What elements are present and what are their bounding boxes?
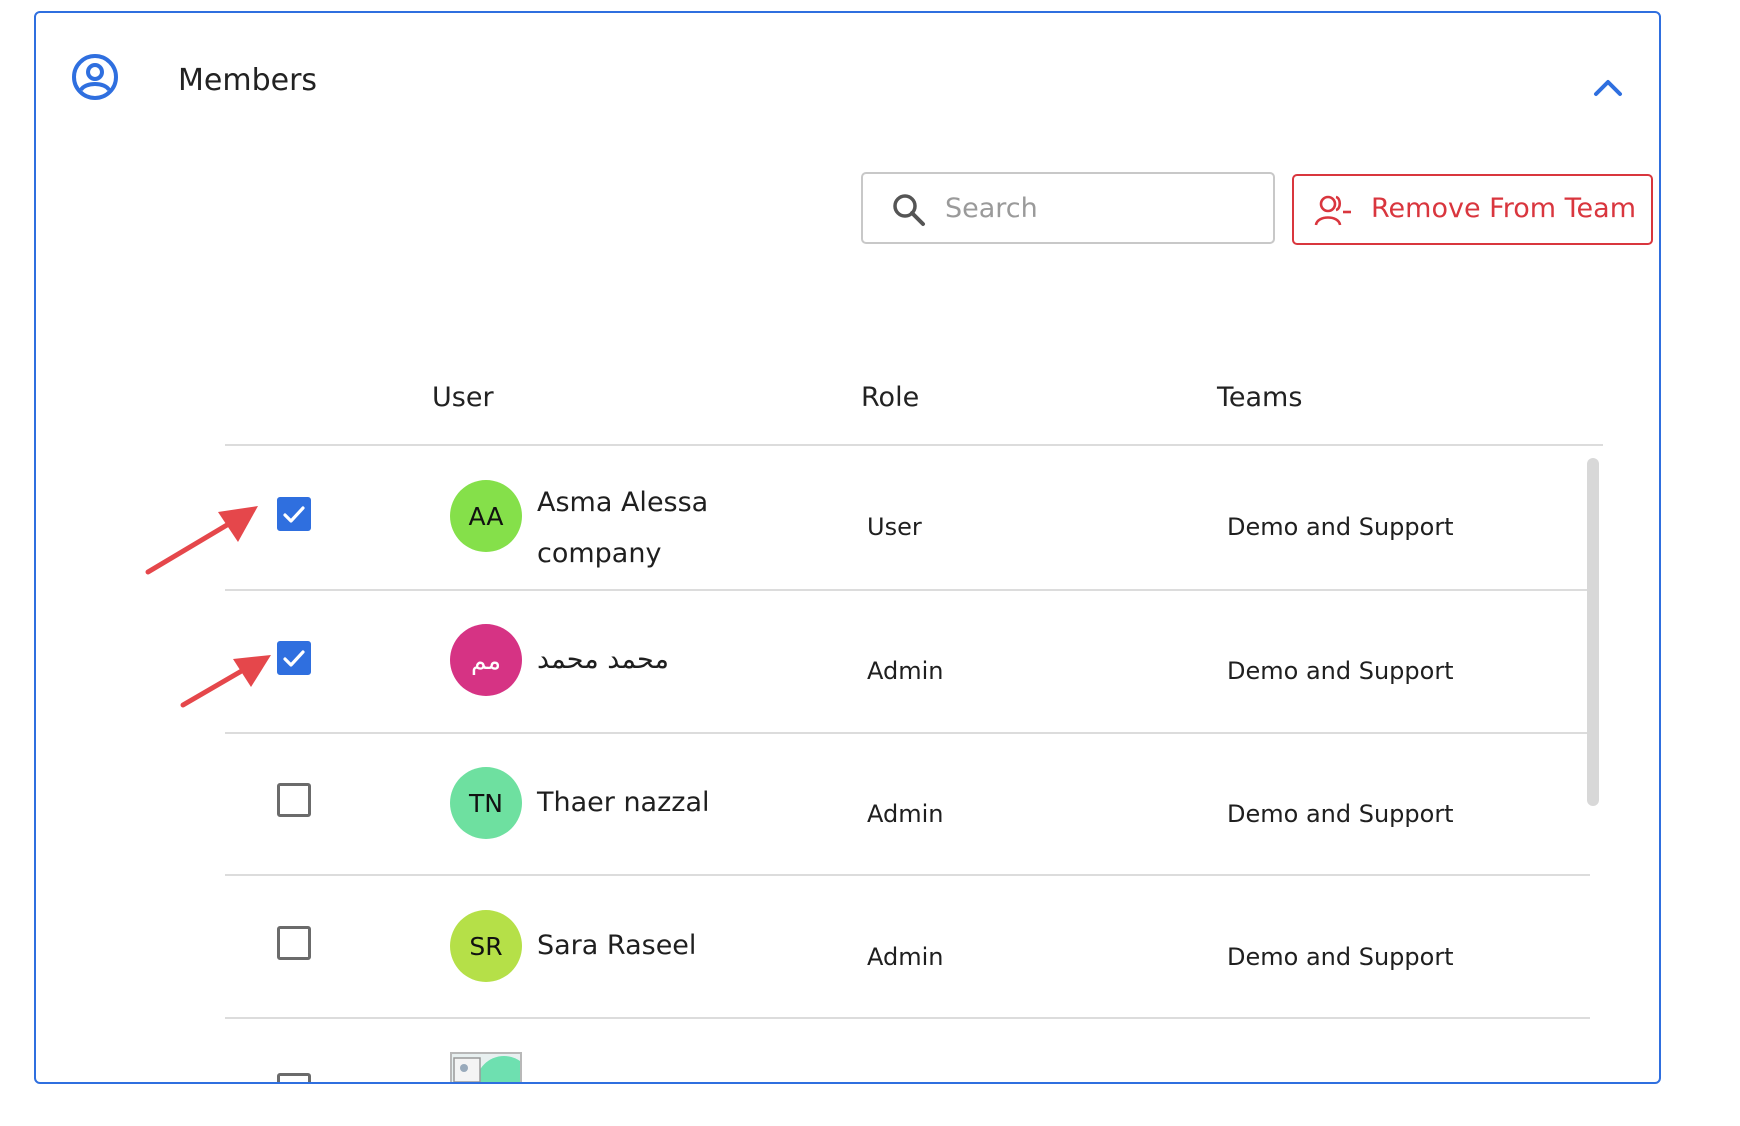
panel-title: Members [178,63,318,98]
avatar: SR [450,910,522,982]
user-minus-icon [1314,195,1351,226]
column-header-teams: Teams [1217,382,1303,413]
user-teams: Demo and Support [1227,657,1454,685]
user-role: Admin [867,800,944,828]
row-divider [225,589,1590,591]
remove-from-team-label: Remove From Team [1371,193,1636,224]
broken-image-icon [453,1056,520,1082]
row-checkbox[interactable] [277,497,311,531]
search-icon [893,194,925,226]
search-input[interactable] [943,182,1263,234]
chevron-up-icon[interactable] [1588,68,1628,108]
user-teams: Demo and Support [1227,943,1454,971]
avatar-initials: TN [469,788,503,818]
avatar-initials: AA [468,501,504,531]
avatar-initials: SR [469,931,503,961]
row-checkbox[interactable] [277,783,311,817]
check-icon [283,506,305,523]
scrollbar-thumb[interactable] [1587,458,1599,806]
row-checkbox[interactable] [277,1073,311,1082]
user-role: Admin [867,657,944,685]
user-circle-icon [72,54,118,100]
avatar: AA [450,480,522,552]
user-name: Thaer nazzal [537,787,710,818]
column-header-user: User [432,382,494,413]
user-role: Admin [867,943,944,971]
table-header-divider [225,444,1603,446]
user-name: محمد محمد [537,644,669,675]
search-field[interactable] [861,172,1275,244]
column-header-role: Role [861,382,920,413]
row-divider [225,732,1590,734]
members-panel: Members Remove From Team User Role Teams… [34,11,1661,1084]
row-checkbox[interactable] [277,926,311,960]
check-icon [283,650,305,667]
avatar: TN [450,767,522,839]
user-role: User [867,513,922,541]
avatar-image [450,1052,522,1082]
remove-from-team-button[interactable]: Remove From Team [1292,174,1653,245]
row-divider [225,1017,1590,1019]
avatar: مم [450,624,522,696]
user-teams: Demo and Support [1227,513,1454,541]
user-name: Sara Raseel [537,930,697,961]
user-name: Asma Alessa company [537,487,709,569]
row-divider [225,874,1590,876]
avatar-initials: مم [470,645,502,675]
user-teams: Demo and Support [1227,800,1454,828]
row-checkbox[interactable] [277,641,311,675]
